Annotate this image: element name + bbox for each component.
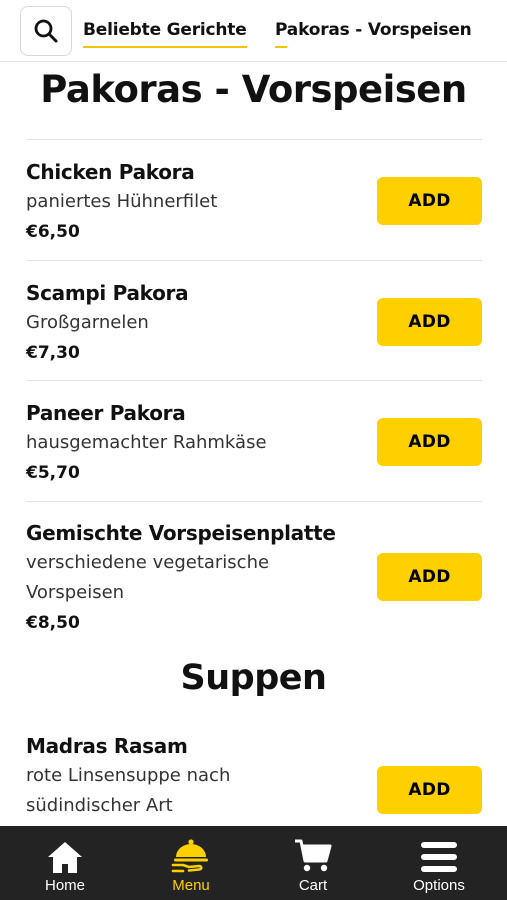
tab-underline	[83, 46, 247, 48]
add-button[interactable]: ADD	[377, 766, 482, 814]
hamburger-icon	[421, 842, 457, 872]
menu-cloche-icon	[171, 839, 208, 873]
section-title-pakoras: Pakoras - Vorspeisen	[40, 68, 467, 111]
home-icon	[48, 842, 82, 873]
item-description: verschiedene vegetarische Vorspeisen	[26, 552, 270, 603]
nav-label: Options	[413, 877, 465, 894]
section-title-suppen: Suppen	[180, 658, 327, 698]
divider	[26, 501, 482, 502]
item-description: Großgarnelen	[26, 312, 149, 333]
nav-label: Home	[44, 877, 85, 894]
tab-label: Beliebte Gerichte	[83, 20, 247, 40]
add-button[interactable]: ADD	[377, 298, 482, 346]
menu-item: Paneer Pakora hausgemachter Rahmkäse €5,…	[26, 398, 482, 488]
nav-label: Menu	[172, 877, 210, 894]
add-button[interactable]: ADD	[377, 418, 482, 466]
item-price: €8,50	[26, 613, 80, 633]
item-description: paniertes Hühnerfilet	[26, 191, 218, 212]
item-name: Gemischte Vorspeisenplatte	[26, 521, 336, 545]
item-description: hausgemachter Rahmkäse	[26, 432, 267, 453]
menu-item: Madras Rasam rote Linsensuppe nach südin…	[26, 731, 482, 821]
nav-label: Cart	[298, 877, 328, 894]
search-icon	[34, 19, 58, 43]
divider	[26, 139, 482, 140]
menu-item: Chicken Pakora paniertes Hühnerfilet €6,…	[26, 157, 482, 247]
divider	[26, 380, 482, 381]
item-description: rote Linsensuppe nach südindischer Art	[26, 765, 231, 816]
top-category-bar: Beliebte Gerichte Pakoras - Vorspeisen	[0, 0, 507, 62]
bottom-navigation: Home Menu Cart Options	[0, 826, 507, 900]
tab-beliebte-gerichte[interactable]: Beliebte Gerichte	[83, 18, 247, 48]
tab-underline	[275, 46, 287, 48]
nav-home[interactable]: Home	[2, 826, 128, 900]
item-name: Madras Rasam	[26, 734, 188, 758]
divider	[26, 260, 482, 261]
nav-cart[interactable]: Cart	[250, 826, 376, 900]
tab-label: Pakoras - Vorspeisen	[275, 20, 472, 40]
cart-icon	[295, 839, 332, 872]
menu-item: Scampi Pakora Großgarnelen €7,30 ADD	[26, 278, 482, 368]
search-button[interactable]	[20, 6, 72, 56]
nav-options[interactable]: Options	[376, 826, 502, 900]
add-button[interactable]: ADD	[377, 177, 482, 225]
tab-pakoras-vorspeisen[interactable]: Pakoras - Vorspeisen	[275, 18, 472, 48]
menu-item: Gemischte Vorspeisenplatte verschiedene …	[26, 518, 482, 638]
nav-menu[interactable]: Menu	[128, 826, 254, 900]
add-button[interactable]: ADD	[377, 553, 482, 601]
